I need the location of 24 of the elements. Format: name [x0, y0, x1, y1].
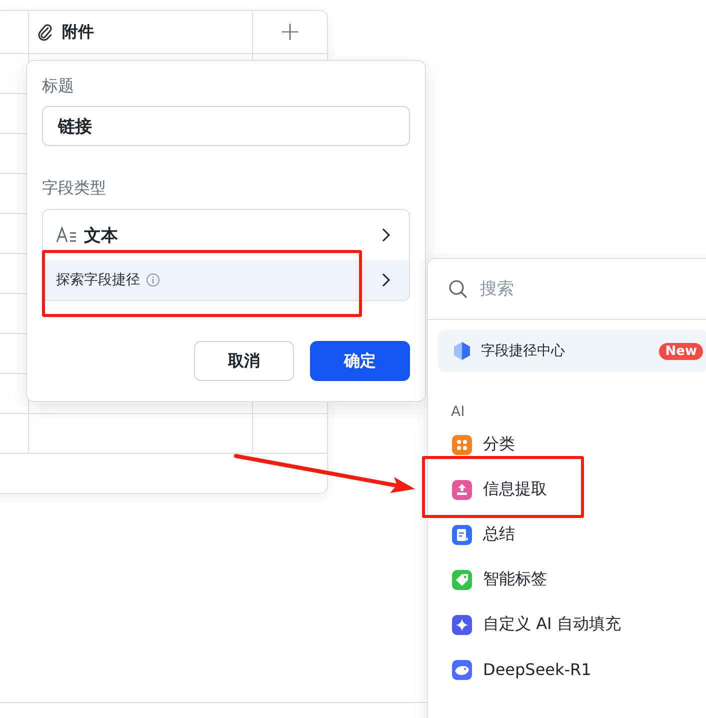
new-badge: New [659, 342, 703, 360]
menu-item[interactable]: 信息提取 [428, 467, 706, 512]
shortcut-center-item[interactable]: 字段捷径中心 New [438, 330, 706, 372]
text-type-icon [56, 226, 78, 244]
menu-item[interactable]: DeepSeek-R1 [428, 647, 706, 692]
add-column-button[interactable]: + [279, 19, 301, 45]
info-icon [146, 273, 160, 287]
search-icon [448, 279, 468, 299]
section-title: AI [451, 403, 466, 422]
menu-item[interactable]: 智能标签 [428, 557, 706, 602]
menu-item[interactable]: 分类 [428, 422, 706, 467]
cancel-button[interactable]: 取消 [194, 341, 294, 381]
chevron-right-icon [381, 228, 391, 242]
paperclip-icon [36, 23, 54, 41]
title-label: 标题 [42, 76, 75, 96]
column-header[interactable]: 附件 [62, 22, 94, 42]
field-type-label: 字段类型 [42, 178, 107, 198]
chevron-right-icon [381, 273, 391, 287]
field-type-option[interactable]: 文本 [43, 210, 409, 260]
cube-icon [453, 341, 471, 361]
field-type-option[interactable]: 探索字段捷径 [43, 260, 409, 300]
menu-item[interactable]: 总结 [428, 512, 706, 557]
confirm-button[interactable]: 确定 [310, 341, 410, 381]
menu-item[interactable]: 自定义 AI 自动填充 [428, 602, 706, 647]
